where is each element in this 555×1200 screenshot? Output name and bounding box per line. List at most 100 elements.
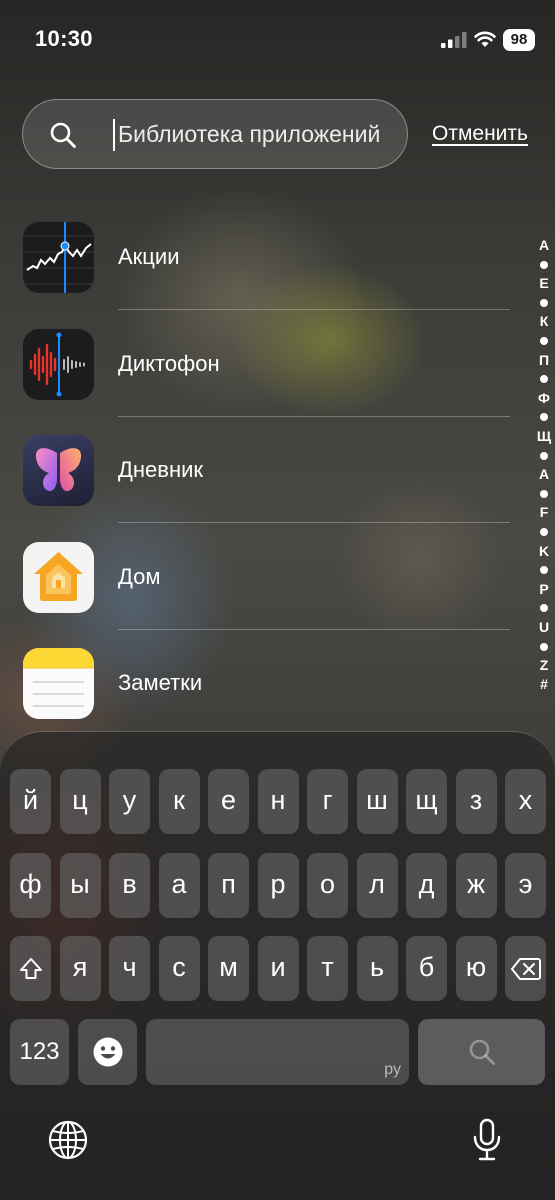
delete-key[interactable] [505,936,546,1001]
separator [118,309,510,310]
key[interactable]: з [455,769,497,834]
emoji-key[interactable] [78,1019,137,1085]
app-row-home[interactable]: Дом [0,542,520,648]
numbers-key-label: 123 [19,1038,60,1065]
wifi-icon [474,31,496,47]
key[interactable]: ы [59,853,101,918]
key[interactable]: э [505,853,546,918]
keyboard-row-1: й ц у к е н г ш щ з х [0,769,555,835]
separator [118,416,510,417]
status-bar: 10:30 98 [0,0,555,80]
index-letter[interactable]: Ф [533,389,555,408]
app-name: Дом [118,564,161,589]
key[interactable]: г [307,769,348,834]
key[interactable]: й [10,769,51,834]
index-dot [533,408,555,427]
key[interactable]: д [406,853,447,918]
search-icon [50,122,76,148]
key[interactable]: х [505,769,546,834]
key[interactable]: к [158,769,200,834]
alphabet-index[interactable]: А Е К П Ф Щ A F K P U Z # [533,236,555,694]
index-letter[interactable]: А [533,236,555,255]
index-dot [533,637,555,656]
index-dot [533,255,555,274]
index-letter[interactable]: К [533,312,555,331]
key[interactable]: я [59,936,101,1001]
index-letter[interactable]: A [533,465,555,484]
numbers-key[interactable]: 123 [10,1019,69,1085]
key[interactable]: е [208,769,249,834]
key[interactable]: и [257,936,299,1001]
app-name: Диктофон [118,351,220,376]
index-dot [533,446,555,465]
index-dot [533,370,555,389]
key[interactable]: б [406,936,447,1001]
index-letter[interactable]: П [533,351,555,370]
battery-icon: 98 [503,29,535,51]
index-letter[interactable]: F [533,503,555,522]
key[interactable]: р [257,853,299,918]
key[interactable]: ч [109,936,150,1001]
index-dot [533,293,555,312]
text-cursor [113,119,115,151]
search-icon [469,1039,495,1065]
app-row-voice-memos[interactable]: Диктофон [0,329,520,435]
emoji-icon [93,1037,122,1067]
index-letter[interactable]: Щ [533,427,555,446]
key[interactable]: с [158,936,200,1001]
index-letter[interactable]: # [533,675,555,694]
key[interactable]: в [109,853,150,918]
separator [118,522,510,523]
index-letter[interactable]: Z [533,656,555,675]
search-placeholder: Библиотека приложений [118,121,381,147]
app-row-journal[interactable]: Дневник [0,435,520,541]
key[interactable]: н [257,769,299,834]
keyboard: й ц у к е н г ш щ з х ф ы в а п р о л д … [0,731,555,1200]
key[interactable]: ф [10,853,51,918]
key[interactable]: м [208,936,249,1001]
key[interactable]: а [158,853,200,918]
index-dot [533,522,555,541]
status-time: 10:30 [35,26,93,51]
globe-icon[interactable] [48,1120,88,1160]
app-name: Акции [118,244,180,269]
key[interactable]: п [208,853,249,918]
app-name: Дневник [118,457,204,482]
index-letter[interactable]: K [533,542,555,561]
cancel-button[interactable]: Отменить [432,122,528,146]
key[interactable]: т [307,936,348,1001]
key[interactable]: ю [455,936,497,1001]
signal-icon [441,32,467,48]
stocks-app-icon [23,222,94,293]
key[interactable]: у [109,769,150,834]
index-letter[interactable]: P [533,580,555,599]
key[interactable]: ш [356,769,398,834]
notes-app-icon [23,648,94,719]
keyboard-row-2: ф ы в а п р о л д ж э [0,853,555,919]
home-app-icon [23,542,94,613]
index-dot [533,484,555,503]
search-field[interactable]: Библиотека приложений [22,99,408,169]
key[interactable]: ж [455,853,497,918]
index-letter[interactable]: Е [533,274,555,293]
app-row-stocks[interactable]: Акции [0,222,520,328]
search-key[interactable] [418,1019,545,1085]
index-letter[interactable]: U [533,618,555,637]
index-dot [533,331,555,350]
space-key[interactable]: ру [146,1019,409,1085]
shift-icon [19,958,42,979]
index-dot [533,561,555,580]
voice-memos-app-icon [23,329,94,400]
key[interactable]: л [356,853,398,918]
index-dot [533,599,555,618]
microphone-icon[interactable] [472,1118,502,1162]
key[interactable]: о [307,853,348,918]
key[interactable]: ь [356,936,398,1001]
keyboard-row-3: я ч с м и т ь б ю [0,936,555,1002]
shift-key[interactable] [10,936,51,1001]
key[interactable]: щ [406,769,447,834]
app-name: Заметки [118,670,203,695]
journal-app-icon [23,435,94,506]
delete-icon [510,958,541,980]
key[interactable]: ц [59,769,101,834]
